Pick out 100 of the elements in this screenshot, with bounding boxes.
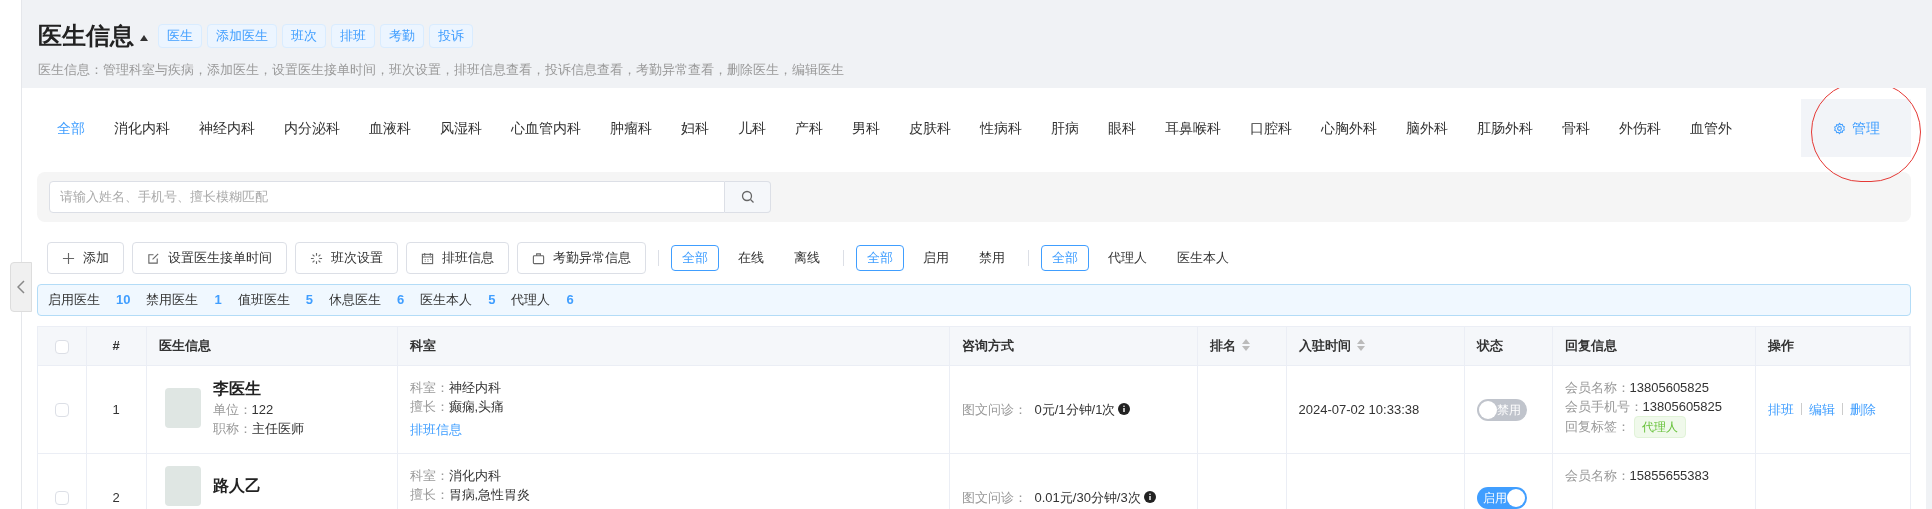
department-tab[interactable]: 神经内科: [199, 117, 255, 139]
filter-option[interactable]: 在线: [727, 245, 775, 271]
row-checkbox[interactable]: [54, 491, 69, 506]
department-tab[interactable]: 男科: [852, 117, 880, 139]
department-tab[interactable]: 脑外科: [1406, 117, 1448, 139]
column-header: 回复信息: [1552, 327, 1755, 365]
department-tab[interactable]: 骨科: [1562, 117, 1590, 139]
filter-option[interactable]: 医生本人: [1166, 245, 1240, 271]
toolbar-button[interactable]: 班次设置: [295, 242, 398, 274]
filter-option[interactable]: 离线: [783, 245, 831, 271]
department-tab[interactable]: 肝病: [1051, 117, 1079, 139]
toolbar-button[interactable]: 设置医生接单时间: [132, 242, 287, 274]
department-value: 神经内科: [448, 379, 501, 395]
consult-value: 0元/1分钟/1次: [1034, 400, 1116, 419]
stat-label: 代理人: [511, 291, 551, 310]
unit-label: 单位：: [212, 401, 252, 417]
reply-info-value: 13805605825: [1629, 379, 1710, 395]
department-tab[interactable]: 肿瘤科: [610, 117, 652, 139]
stat-value: 1: [214, 291, 222, 310]
doctor-name: 李医生: [212, 378, 262, 399]
toolbar-button[interactable]: 添加: [47, 242, 124, 274]
spinner-icon: [310, 251, 323, 265]
row-number: 2: [112, 489, 120, 505]
photo-placeholder: [164, 465, 201, 506]
department-label: 科室：: [409, 467, 449, 483]
stat-value: 6: [566, 291, 574, 310]
column-header: 咨询方式: [949, 327, 1197, 365]
join-time: 2024-07-02 10:33:38: [1298, 401, 1420, 417]
row-number: 1: [112, 401, 120, 417]
column-header: 医生信息: [146, 327, 397, 365]
toolbar-button[interactable]: 考勤异常信息: [517, 242, 646, 274]
specialty-value: 癫痫,头痛: [448, 398, 505, 414]
specialty-label: 擅长：: [409, 486, 449, 502]
sort-icon[interactable]: [1241, 339, 1250, 351]
briefcase-icon: [532, 251, 545, 265]
filter-option[interactable]: 代理人: [1097, 245, 1158, 271]
stat-value: 6: [396, 291, 405, 310]
reply-info-label: 会员手机号：: [1564, 398, 1643, 414]
consult-label: 图文问诊：: [961, 488, 1027, 507]
search-field[interactable]: 请输入姓名、手机号、擅长模糊匹配: [49, 181, 725, 213]
stat-value: 5: [305, 291, 313, 310]
department-tab[interactable]: 外伤科: [1619, 117, 1661, 139]
reply-info-label: 会员名称：: [1564, 467, 1630, 483]
select-all-checkbox[interactable]: [54, 339, 69, 354]
specialty-value: 胃病,急性胃炎: [448, 486, 531, 502]
department-tab[interactable]: 口腔科: [1250, 117, 1292, 139]
department-tab[interactable]: 内分泌科: [284, 117, 340, 139]
collapse-sidebar-button[interactable]: [10, 262, 32, 312]
reply-info-label: 会员名称：: [1564, 379, 1630, 395]
search-button[interactable]: [725, 181, 771, 213]
stat-label: 禁用医生: [146, 291, 199, 310]
department-tab[interactable]: 心胸外科: [1321, 117, 1377, 139]
reply-tag: 代理人: [1633, 415, 1686, 438]
department-tab[interactable]: 血液科: [369, 117, 411, 139]
department-tab[interactable]: 性病科: [980, 117, 1022, 139]
doctor-name: 路人乙: [212, 475, 261, 496]
stat-value: 5: [488, 291, 496, 310]
column-header: 科室: [397, 327, 949, 365]
department-tab[interactable]: 心血管内科: [511, 117, 581, 139]
department-tab[interactable]: 皮肤科: [909, 117, 951, 139]
department-value: 消化内科: [448, 467, 501, 483]
department-tab[interactable]: 儿科: [738, 117, 766, 139]
department-tab[interactable]: 血管外: [1690, 117, 1732, 139]
row-checkbox[interactable]: [54, 403, 69, 418]
department-tab[interactable]: 风湿科: [440, 117, 482, 139]
department-tab[interactable]: 妇科: [681, 117, 709, 139]
department-label: 科室：: [409, 379, 449, 395]
stat-label: 启用医生: [48, 291, 100, 310]
sort-icon[interactable]: [1356, 339, 1365, 351]
department-tab[interactable]: 消化内科: [114, 117, 170, 139]
stat-label: 医生本人: [420, 291, 473, 310]
page-title: 医生信息: [38, 21, 134, 51]
filter-option[interactable]: 启用: [912, 245, 960, 271]
reply-info-value: 13805605825: [1642, 398, 1723, 414]
filter-option[interactable]: 禁用: [968, 245, 1016, 271]
chevron-left-icon: [17, 280, 25, 294]
department-tab[interactable]: 产科: [795, 117, 823, 139]
search-icon: [740, 190, 755, 204]
calendar-icon: [421, 251, 434, 265]
stat-value: 10: [116, 291, 131, 310]
consult-value: 0.01元/30分钟/3次: [1034, 488, 1141, 507]
reply-tag-label: 回复标签：: [1564, 417, 1630, 436]
department-tab[interactable]: 肛肠外科: [1477, 117, 1533, 139]
settings-icon: [1832, 121, 1846, 135]
caret-up-icon: [139, 34, 149, 42]
photo-placeholder: [164, 387, 201, 428]
unit-value: 122: [251, 401, 274, 417]
column-header[interactable]: 排名: [1197, 327, 1286, 365]
column-header: 状态: [1464, 327, 1552, 365]
department-tab[interactable]: 眼科: [1108, 117, 1136, 139]
job-title-label: 职称：: [212, 420, 252, 436]
info-icon[interactable]: [1143, 491, 1156, 504]
plus-icon: [62, 251, 75, 265]
column-header[interactable]: 入驻时间: [1286, 327, 1464, 365]
column-header: 操作: [1755, 327, 1910, 365]
department-tab[interactable]: 耳鼻喉科: [1165, 117, 1221, 139]
stat-label: 值班医生: [237, 291, 290, 310]
info-icon[interactable]: [1118, 403, 1131, 416]
toolbar-button[interactable]: 排班信息: [406, 242, 509, 274]
edit-icon: [147, 251, 160, 265]
